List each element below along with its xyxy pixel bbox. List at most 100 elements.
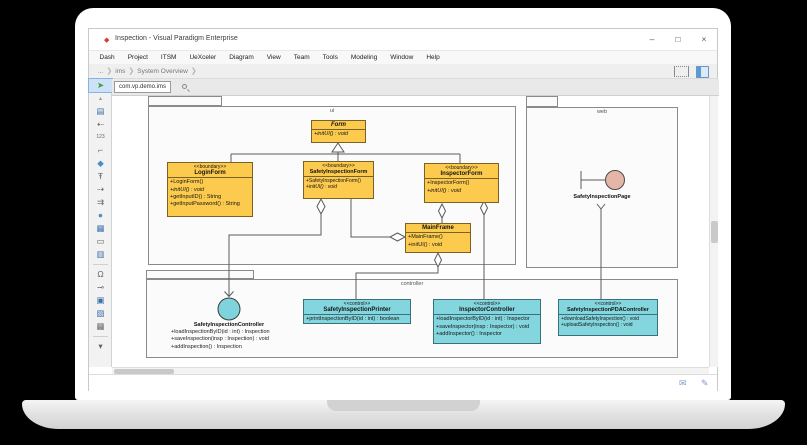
menu-modeling[interactable]: Modeling bbox=[344, 54, 383, 61]
menu-uexceler[interactable]: UeXceler bbox=[183, 54, 223, 61]
boundary-safetyinspectionpage-label[interactable]: SafetyInspectionPage bbox=[562, 194, 642, 200]
more-tools-arrow[interactable]: ▾ bbox=[89, 340, 112, 353]
decision-tool[interactable]: ◆ bbox=[89, 157, 112, 170]
control-safetyinspectioncontroller-operations: +loadInspectionByID(id : int) : Inspecti… bbox=[171, 329, 306, 351]
dependency-tool[interactable]: ⇢ bbox=[89, 183, 112, 196]
minimize-button[interactable]: – bbox=[645, 34, 659, 44]
laptop-screen-bezel: ◆ Inspection - Visual Paradigm Enterpris… bbox=[75, 8, 731, 400]
operation: +printInspectionByID(id : int) : boolean bbox=[306, 316, 408, 323]
status-bar: ✉ ✎ bbox=[89, 374, 717, 391]
pin-tool[interactable]: ⊸ bbox=[89, 281, 112, 294]
polyline-tool[interactable]: ⌐ bbox=[89, 144, 112, 157]
pointer-tool[interactable]: ➤ bbox=[89, 79, 112, 92]
menu-help[interactable]: Help bbox=[420, 54, 446, 61]
zoom-search-icon[interactable] bbox=[182, 84, 187, 89]
operation: +SafetyInspectionForm() bbox=[306, 178, 371, 185]
vertical-scrollbar-thumb[interactable] bbox=[711, 221, 718, 243]
collapse-arrow-icon[interactable]: ▴ bbox=[89, 92, 112, 105]
folder-tool[interactable]: ▣ bbox=[89, 294, 112, 307]
palette-divider bbox=[93, 336, 108, 337]
layout-panel-icon[interactable] bbox=[696, 66, 709, 78]
chart-tool[interactable]: ▧ bbox=[89, 307, 112, 320]
constraint-tool[interactable]: Ω bbox=[89, 268, 112, 281]
zoom-search-icon-handle bbox=[187, 89, 190, 92]
class-name: LoginForm bbox=[168, 170, 252, 177]
multiplicity-tool[interactable]: 123 bbox=[89, 131, 112, 144]
tab-com-vp-demo-ims[interactable]: com.vp.demo.ims bbox=[114, 81, 171, 93]
note-tool[interactable]: ▥ bbox=[89, 248, 112, 261]
class-name: InspectorController bbox=[434, 307, 540, 314]
anchor-tool[interactable]: Ŧ bbox=[89, 170, 112, 183]
operation: +addInspector() : Inspector bbox=[436, 331, 538, 338]
operation: +loadInspectionByID(id : int) : Inspecti… bbox=[171, 329, 306, 336]
operation: +MainFrame() bbox=[408, 234, 468, 241]
operation: +saveInspector(insp : Inspector) : void bbox=[436, 324, 538, 331]
fit-to-window-icon[interactable] bbox=[674, 66, 689, 77]
association-tool[interactable]: ⇠ bbox=[89, 118, 112, 131]
operation: +LoginForm() bbox=[170, 179, 250, 186]
class-inspectorcontroller[interactable]: <<control>> InspectorController +loadIns… bbox=[433, 299, 541, 344]
class-inspectorform[interactable]: <<boundary>> InspectorForm +InspectorFor… bbox=[424, 163, 499, 203]
document-tab-bar: com.vp.demo.ims bbox=[112, 79, 719, 96]
operation: +getInputPassword() : String bbox=[170, 201, 250, 208]
operation: +initUI() : void bbox=[306, 184, 371, 191]
diagram-tool-palette: ➤ ▴ ▤ ⇠ 123 ⌐ ◆ Ŧ ⇢ ⇉ ● ▦ ▭ ▥ Ω ⊸ ▣ ▧ ▦ bbox=[89, 79, 112, 367]
menu-view[interactable]: View bbox=[260, 54, 287, 61]
control-safetyinspectioncontroller-label[interactable]: SafetyInspectionController bbox=[169, 322, 289, 328]
chevron-right-icon: ❯ bbox=[191, 67, 197, 75]
diagram-canvas[interactable]: ui web controller bbox=[112, 96, 709, 367]
class-name: SafetyInspectionPrinter bbox=[304, 307, 410, 314]
menu-team[interactable]: Team bbox=[287, 54, 316, 61]
class-name: SafetyInspectionPDAController bbox=[559, 307, 657, 314]
class-tool[interactable]: ▤ bbox=[89, 105, 112, 118]
class-name: InspectorForm bbox=[425, 171, 498, 178]
menu-diagram[interactable]: Diagram bbox=[223, 54, 261, 61]
operation: +initUI() : void bbox=[408, 242, 468, 249]
window-title: Inspection - Visual Paradigm Enterprise bbox=[115, 35, 238, 42]
mail-icon[interactable]: ✉ bbox=[679, 378, 687, 389]
class-form[interactable]: Form +initUI() : void bbox=[311, 120, 366, 143]
vertical-scrollbar[interactable] bbox=[709, 96, 718, 367]
operation: +InspectorForm() bbox=[427, 180, 496, 187]
menu-tools[interactable]: Tools bbox=[316, 54, 344, 61]
operation: +saveInspection(insp : Inspection) : voi… bbox=[171, 336, 306, 343]
app-window: ◆ Inspection - Visual Paradigm Enterpris… bbox=[88, 28, 718, 391]
horizontal-scrollbar[interactable] bbox=[112, 367, 709, 374]
edit-note-icon[interactable]: ✎ bbox=[701, 378, 709, 389]
package-tool[interactable]: ▦ bbox=[89, 222, 112, 235]
operation: +loadInspectorByID(id : int) : Inspector bbox=[436, 316, 538, 323]
menu-dash[interactable]: Dash bbox=[93, 54, 121, 61]
breadcrumb-ellipsis[interactable]: ... bbox=[95, 68, 106, 75]
laptop-mockup: ◆ Inspection - Visual Paradigm Enterpris… bbox=[0, 0, 807, 445]
menu-bar: Dash Project ITSM UeXceler Diagram View … bbox=[89, 51, 717, 64]
frame-tool[interactable]: ▭ bbox=[89, 235, 112, 248]
class-name: MainFrame bbox=[406, 225, 470, 232]
breadcrumb-ims[interactable]: ims bbox=[112, 68, 128, 75]
operation: +initUI() : void bbox=[314, 131, 363, 138]
menu-itsm[interactable]: ITSM bbox=[154, 54, 183, 61]
laptop-base bbox=[22, 400, 785, 429]
laptop-base-notch bbox=[327, 400, 480, 411]
operation: +downloadSafetyInspection() : void bbox=[561, 316, 655, 323]
operation: +uploadSafetyInspection() : void bbox=[561, 322, 655, 329]
app-logo-icon: ◆ bbox=[104, 36, 109, 44]
class-safetyinspectionprinter[interactable]: <<control>> SafetyInspectionPrinter +pri… bbox=[303, 299, 411, 324]
flow-tool[interactable]: ⇉ bbox=[89, 196, 112, 209]
oval-tool[interactable]: ● bbox=[89, 209, 112, 222]
operation: +getInputID() : String bbox=[170, 194, 250, 201]
operation: +initUI() : void bbox=[170, 187, 250, 194]
breadcrumb-system-overview[interactable]: System Overview bbox=[134, 68, 191, 75]
class-mainframe[interactable]: MainFrame +MainFrame() +initUI() : void bbox=[405, 223, 471, 253]
breadcrumb: ... ❯ ims ❯ System Overview ❯ bbox=[89, 64, 717, 79]
title-bar: ◆ Inspection - Visual Paradigm Enterpris… bbox=[89, 29, 717, 51]
class-safetyinspectionform[interactable]: <<boundary>> SafetyInspectionForm +Safet… bbox=[303, 161, 374, 199]
close-button[interactable]: × bbox=[697, 34, 711, 44]
menu-project[interactable]: Project bbox=[121, 54, 154, 61]
class-safetyinspectionpdacontroller[interactable]: <<control>> SafetyInspectionPDAControlle… bbox=[558, 299, 658, 336]
menu-window[interactable]: Window bbox=[384, 54, 420, 61]
maximize-button[interactable]: □ bbox=[671, 34, 685, 44]
class-loginform[interactable]: <<boundary>> LoginForm +LoginForm() +ini… bbox=[167, 162, 253, 217]
operation: +addInspection() : Inspection bbox=[171, 344, 306, 351]
operation: +initUI() : void bbox=[427, 188, 496, 195]
table-tool[interactable]: ▦ bbox=[89, 320, 112, 333]
